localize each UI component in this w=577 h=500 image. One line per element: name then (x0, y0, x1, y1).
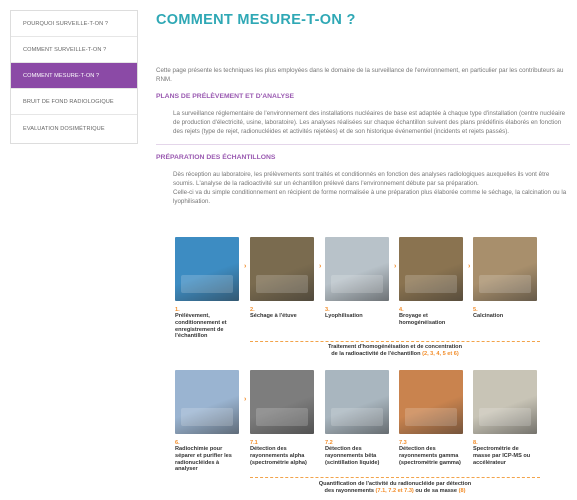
bracket-line (250, 477, 540, 478)
step-label: Détection des rayonnements alpha (spectr… (250, 446, 307, 466)
section-text-preparation-1: Dès réception au laboratoire, les prélèv… (173, 171, 550, 187)
step-label: Prélèvement, conditionnement et enregist… (175, 313, 227, 340)
step-label: Spectrométrie de masse par ICP-MS ou acc… (473, 446, 531, 466)
preparation-diagram: 1. Prélèvement, conditionnement et enreg… (175, 237, 547, 500)
section-heading-plans: PLANS DE PRÉLÈVEMENT ET D'ANALYSE (156, 93, 295, 100)
step-4: 4. Broyage et homogénéisation (399, 237, 463, 327)
step-label: Détection des rayonnements gamma (spectr… (399, 446, 461, 466)
step-3: 3. Lyophilisation (325, 237, 389, 320)
arrow-icon: › (319, 263, 322, 270)
step-photo (325, 237, 389, 301)
section-heading-preparation: PRÉPARATION DES ÉCHANTILLONS (156, 154, 276, 161)
step-photo (250, 237, 314, 301)
main-content: COMMENT MESURE-T-ON ? Cette page présent… (156, 10, 570, 206)
arrow-icon: › (468, 263, 471, 270)
step-photo (175, 370, 239, 434)
step-photo (250, 370, 314, 434)
step-photo (325, 370, 389, 434)
step-7-3: 7.3 Détection des rayonnements gamma (sp… (399, 370, 463, 466)
step-7-1: 7.1 Détection des rayonnements alpha (sp… (250, 370, 314, 466)
caption-quantification: Quantification de l'activité du radionuc… (318, 481, 472, 494)
section-divider (156, 144, 570, 145)
intro-text: Cette page présente les techniques les p… (156, 67, 564, 83)
step-photo (473, 237, 537, 301)
step-7-2: 7.2 Détection des rayonnements bêta (sci… (325, 370, 389, 466)
sidebar-item-comment-surveille[interactable]: COMMENT SURVEILLE-T-ON ? (11, 37, 137, 63)
step-8: 8. Spectrométrie de masse par ICP-MS ou … (473, 370, 537, 466)
bracket-line (250, 341, 540, 342)
step-label: Détection des rayonnements bêta (scintil… (325, 446, 380, 466)
step-label: Calcination (473, 313, 504, 319)
arrow-icon: › (244, 263, 247, 270)
step-photo (473, 370, 537, 434)
sidebar-item-bruit-de-fond[interactable]: BRUIT DE FOND RADIOLOGIQUE (11, 89, 137, 115)
step-6: 6. Radiochimie pour séparer et purifier … (175, 370, 239, 473)
section-text-plans: La surveillance réglementaire de l'envir… (173, 110, 566, 135)
sidebar-item-evaluation[interactable]: EVALUATION DOSIMÉTRIQUE (11, 115, 137, 143)
sidebar-item-comment-mesure[interactable]: COMMENT MESURE-T-ON ? (11, 63, 137, 89)
step-label: Broyage et homogénéisation (399, 313, 446, 326)
step-label: Séchage à l'étuve (250, 313, 297, 319)
step-photo (399, 237, 463, 301)
step-photo (399, 370, 463, 434)
sidebar-item-pourquoi[interactable]: POURQUOI SURVEILLE-T-ON ? (11, 11, 137, 37)
step-5: 5. Calcination (473, 237, 537, 320)
step-photo (175, 237, 239, 301)
sidebar-nav: POURQUOI SURVEILLE-T-ON ? COMMENT SURVEI… (10, 10, 138, 144)
page-title: COMMENT MESURE-T-ON ? (156, 12, 356, 28)
step-2: 2. Séchage à l'étuve (250, 237, 314, 320)
step-label: Radiochimie pour séparer et purifier les… (175, 446, 232, 473)
arrow-icon: › (244, 396, 247, 403)
step-1: 1. Prélèvement, conditionnement et enreg… (175, 237, 239, 340)
arrow-icon: › (394, 263, 397, 270)
section-text-preparation-2: Celle-ci va du simple conditionnement en… (173, 189, 567, 205)
caption-homogenisation: Traitement d'homogénéisation et de conce… (327, 344, 463, 357)
step-label: Lyophilisation (325, 313, 363, 319)
